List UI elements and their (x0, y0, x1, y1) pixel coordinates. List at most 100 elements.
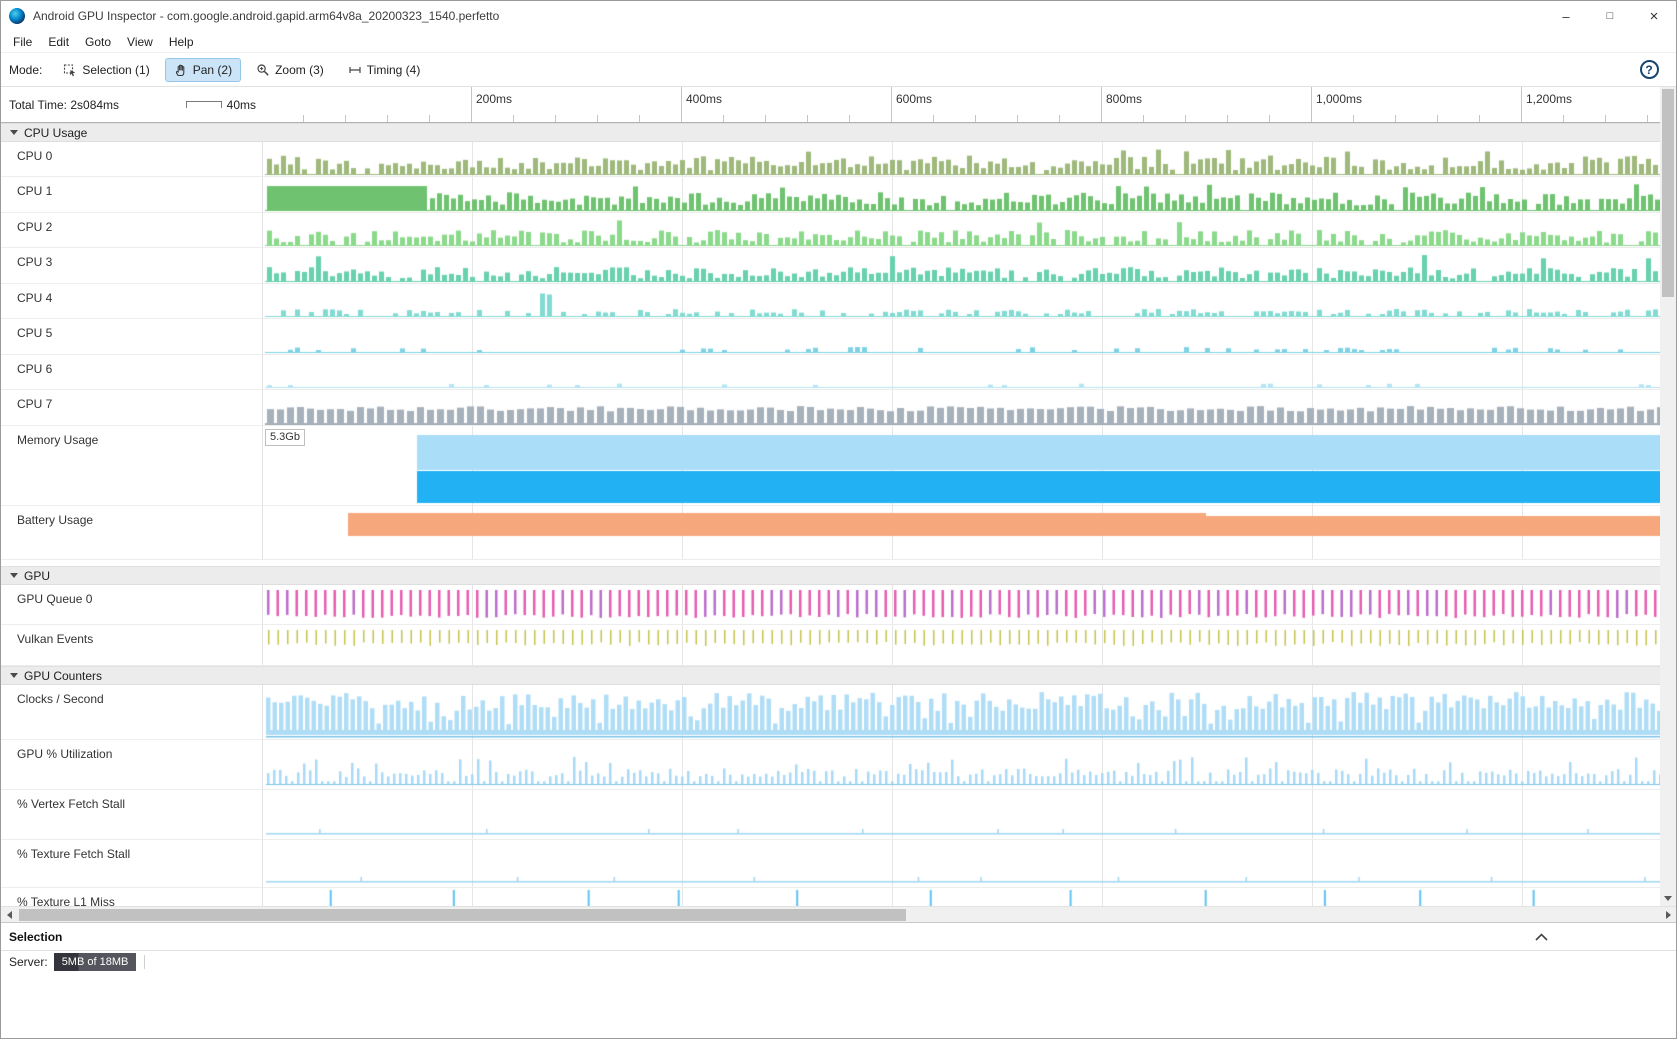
track-canvas (263, 284, 1676, 318)
status-bar: Server: 5MB of 18MB (1, 950, 1676, 972)
horizontal-scrollbar[interactable] (1, 906, 1676, 922)
chevron-left-icon (7, 911, 12, 919)
collapse-caret-icon (10, 130, 18, 135)
horizontal-scroll-track[interactable] (17, 907, 1660, 923)
track-label: % Texture L1 Miss (1, 888, 262, 906)
scroll-down-button[interactable] (1660, 891, 1676, 906)
track-canvas (263, 790, 1676, 839)
scroll-right-button[interactable] (1660, 907, 1676, 923)
track-row-vertex-fetch-stall: % Vertex Fetch Stall (1, 790, 1676, 840)
track-chart-cpu-2[interactable] (262, 213, 1676, 247)
chevron-up-icon (1535, 933, 1548, 941)
track-row-cpu-0: CPU 0 (1, 142, 1676, 177)
track-canvas (263, 142, 1676, 176)
track-chart-clocks-second[interactable] (262, 685, 1676, 739)
track-label: Memory Usage (1, 426, 262, 505)
track-canvas (263, 840, 1676, 887)
section-header-gpu-counters[interactable]: GPU Counters (1, 666, 1676, 685)
vertical-scrollbar[interactable] (1660, 87, 1676, 906)
track-row-cpu-4: CPU 4 (1, 284, 1676, 319)
mode-buttons: Selection (1) Pan (2) Zoom (3) Timing (4) (54, 58, 435, 82)
track-canvas (263, 213, 1676, 247)
track-chart-cpu-6[interactable] (262, 355, 1676, 389)
ruler-tick-label: 800ms (1106, 92, 1142, 106)
memory-value-label: 5.3Gb (265, 429, 305, 446)
close-button[interactable]: × (1632, 1, 1676, 31)
track-chart-memory-usage[interactable]: 5.3Gb (262, 426, 1676, 505)
track-label: CPU 2 (1, 213, 262, 247)
tracks-viewport: CPU UsageCPU 0CPU 1CPU 2CPU 3CPU 4CPU 5C… (1, 123, 1676, 906)
help-button[interactable]: ? (1636, 57, 1662, 83)
track-chart-battery-usage[interactable] (262, 506, 1676, 559)
collapse-caret-icon (10, 573, 18, 578)
menu-item-goto[interactable]: Goto (77, 31, 119, 52)
maximize-button[interactable]: □ (1588, 1, 1632, 31)
track-label: CPU 3 (1, 248, 262, 283)
selection-icon (63, 63, 77, 77)
selection-panel-header[interactable]: Selection (1, 922, 1676, 950)
track-chart-gpu-utilization[interactable] (262, 740, 1676, 789)
track-chart-vulkan-events[interactable] (262, 625, 1676, 665)
scale-bracket-icon (186, 101, 222, 108)
mode-button-label: Pan (2) (193, 63, 232, 77)
track-canvas (263, 888, 1676, 906)
track-chart-texture-l1-miss[interactable] (262, 888, 1676, 906)
track-chart-cpu-1[interactable] (262, 177, 1676, 212)
section-label: CPU Usage (24, 126, 87, 140)
track-row-gpu-queue-0: GPU Queue 0 (1, 585, 1676, 625)
window-title: Android GPU Inspector - com.google.andro… (33, 9, 499, 23)
menu-item-edit[interactable]: Edit (40, 31, 77, 52)
track-label: CPU 6 (1, 355, 262, 389)
track-chart-gpu-queue-0[interactable] (262, 585, 1676, 624)
track-chart-cpu-3[interactable] (262, 248, 1676, 283)
ruler-minor-ticks (262, 115, 1676, 122)
title-bar: Android GPU Inspector - com.google.andro… (1, 1, 1676, 31)
mode-button-pan[interactable]: Pan (2) (165, 58, 241, 82)
track-chart-cpu-7[interactable] (262, 390, 1676, 425)
track-canvas (263, 355, 1676, 389)
section-header-gpu[interactable]: GPU (1, 566, 1676, 585)
track-canvas (263, 248, 1676, 283)
scroll-left-button[interactable] (1, 907, 17, 923)
zoom-icon (256, 63, 270, 77)
track-chart-cpu-0[interactable] (262, 142, 1676, 176)
track-chart-cpu-5[interactable] (262, 319, 1676, 354)
toolbar: Mode: Selection (1)Pan (2)Zoom (3)Timing… (1, 53, 1676, 87)
app-window: Android GPU Inspector - com.google.andro… (0, 0, 1677, 1039)
section-header-cpu-usage[interactable]: CPU Usage (1, 123, 1676, 142)
timing-icon (348, 63, 362, 77)
mode-button-selection[interactable]: Selection (1) (54, 58, 158, 82)
mode-button-label: Zoom (3) (275, 63, 324, 77)
track-label: CPU 4 (1, 284, 262, 318)
track-row-cpu-3: CPU 3 (1, 248, 1676, 284)
mode-button-zoom[interactable]: Zoom (3) (247, 58, 333, 82)
scale-widget: 40ms (186, 98, 256, 112)
mode-button-timing[interactable]: Timing (4) (339, 58, 430, 82)
selection-panel-title: Selection (9, 930, 62, 944)
track-label: Vulkan Events (1, 625, 262, 665)
ruler-left-panel: Total Time: 2s084ms 40ms (1, 87, 262, 122)
minimize-button[interactable]: – (1544, 1, 1588, 31)
menu-item-help[interactable]: Help (161, 31, 202, 52)
track-row-texture-l1-miss: % Texture L1 Miss (1, 888, 1676, 906)
track-chart-cpu-4[interactable] (262, 284, 1676, 318)
total-time-label: Total Time: 2s084ms (9, 98, 119, 112)
menu-item-file[interactable]: File (5, 31, 40, 52)
menu-item-view[interactable]: View (119, 31, 161, 52)
horizontal-scrollbar-thumb[interactable] (19, 909, 906, 921)
track-canvas (263, 740, 1676, 789)
ruler-tick-label: 600ms (896, 92, 932, 106)
collapse-panel-button[interactable] (1535, 933, 1548, 941)
section-label: GPU Counters (24, 669, 102, 683)
app-icon (9, 8, 25, 24)
ruler-scale[interactable]: 200ms400ms600ms800ms1,000ms1,200ms (262, 87, 1676, 122)
track-chart-vertex-fetch-stall[interactable] (262, 790, 1676, 839)
vertical-scrollbar-thumb[interactable] (1662, 89, 1674, 297)
window-controls: – □ × (1544, 1, 1676, 31)
track-chart-texture-fetch-stall[interactable] (262, 840, 1676, 887)
track-row-cpu-6: CPU 6 (1, 355, 1676, 390)
track-row-cpu-5: CPU 5 (1, 319, 1676, 355)
track-canvas (263, 426, 1676, 505)
menu-bar: FileEditGotoViewHelp (1, 31, 1676, 53)
help-icon: ? (1640, 60, 1659, 79)
